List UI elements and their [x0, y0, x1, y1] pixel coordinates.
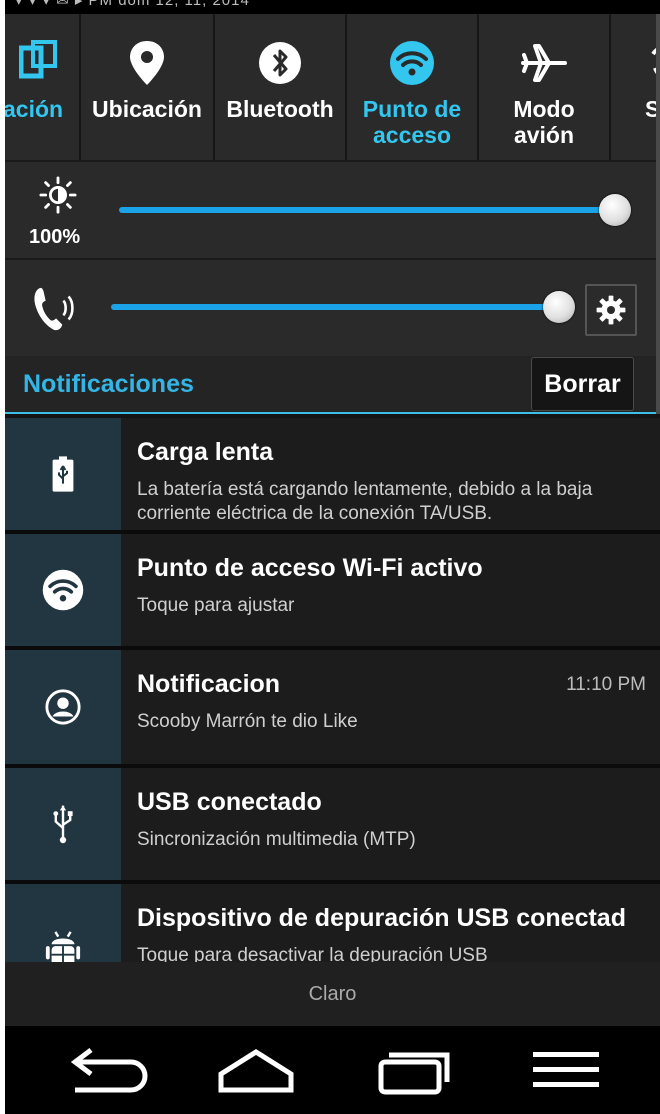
- notification-icon-column: [5, 884, 121, 962]
- tile-location[interactable]: Ubicación: [81, 14, 215, 160]
- tile-label-line2: acceso: [372, 122, 451, 148]
- usb-icon: [53, 805, 73, 844]
- notification-item[interactable]: Notificacion 11:10 PM Scooby Marrón te d…: [5, 650, 660, 768]
- notification-body: Toque para desactivar la depuración USB: [137, 945, 488, 962]
- home-button[interactable]: [211, 1044, 301, 1096]
- volume-slider-track[interactable]: [111, 304, 561, 310]
- back-button[interactable]: [61, 1044, 151, 1096]
- notifications-title: Notificaciones: [23, 370, 194, 398]
- notification-item[interactable]: USB conectado Sincronización multimedia …: [5, 768, 660, 884]
- tile-bluetooth[interactable]: Bluetooth: [215, 14, 347, 160]
- battery-charging-icon: [52, 456, 74, 492]
- notification-title: Dispositivo de depuración USB conectad: [137, 904, 626, 932]
- navigation-bar: [5, 1026, 660, 1114]
- tile-hotspot[interactable]: Punto de acceso: [347, 14, 479, 160]
- gear-icon: [596, 295, 626, 325]
- brightness-icon: [39, 176, 77, 214]
- menu-button[interactable]: [523, 1044, 613, 1096]
- notification-item[interactable]: Dispositivo de depuración USB conectad T…: [5, 884, 660, 962]
- tile-label: Modo avión: [479, 96, 609, 148]
- tile-label-line1: Modo: [513, 96, 575, 122]
- airplane-icon: [521, 44, 567, 82]
- volume-slider-knob[interactable]: [543, 291, 575, 323]
- notification-shade: ▾ ▾ ▾ ✉ ▸ PM dom 12, 11, 2014 ación Ubic…: [5, 0, 660, 1114]
- notification-body: Sincronización multimedia (MTP): [137, 829, 416, 850]
- notifications-header: Notificaciones Borrar: [5, 356, 660, 414]
- tile-auto-rotate[interactable]: ación: [5, 14, 81, 160]
- brightness-slider-track[interactable]: [119, 207, 619, 213]
- tile-label-line2: avión: [513, 122, 575, 148]
- notification-icon-column: [5, 418, 121, 530]
- brightness-percent: 100%: [29, 226, 81, 248]
- carrier-name: Claro: [308, 983, 357, 1005]
- notification-title: USB conectado: [137, 788, 322, 816]
- sound-settings-button[interactable]: [585, 284, 637, 336]
- notification-icon-column: [5, 768, 121, 880]
- brightness-slider-knob[interactable]: [599, 194, 631, 226]
- recent-apps-button[interactable]: [367, 1044, 457, 1096]
- tile-label: ación: [5, 96, 64, 122]
- bluetooth-icon: [259, 42, 301, 84]
- wifi-hotspot-icon: [42, 569, 84, 611]
- notification-item[interactable]: Punto de acceso Wi-Fi activo Toque para …: [5, 534, 660, 650]
- location-pin-icon: [130, 41, 164, 85]
- ringtone-volume-icon: [34, 287, 74, 331]
- brightness-row: 100%: [5, 160, 660, 258]
- tile-airplane-mode[interactable]: Modo avión: [479, 14, 611, 160]
- notification-title: Carga lenta: [137, 438, 274, 466]
- tile-sync[interactable]: Si: [611, 14, 660, 160]
- tile-label-line1: Punto de: [362, 96, 462, 122]
- carrier-bar: Claro: [5, 962, 660, 1026]
- notification-time: 11:10 PM: [566, 674, 646, 695]
- status-bar: ▾ ▾ ▾ ✉ ▸ PM dom 12, 11, 2014: [5, 0, 660, 14]
- volume-row: [5, 258, 660, 356]
- profile-icon: [45, 689, 81, 725]
- scrollbar[interactable]: [656, 14, 660, 414]
- auto-rotate-icon: [19, 40, 57, 79]
- clear-all-button[interactable]: Borrar: [531, 357, 634, 411]
- notification-icon-column: [5, 534, 121, 646]
- wifi-hotspot-icon: [390, 41, 434, 85]
- notification-body: Toque para ajustar: [137, 595, 295, 616]
- tile-label: Ubicación: [92, 96, 202, 122]
- notification-body: Scooby Marrón te dio Like: [137, 711, 358, 732]
- quick-settings-row: ación Ubicación Bluetooth Punto de acces…: [5, 14, 660, 160]
- android-debug-icon: [45, 931, 81, 962]
- notification-title: Notificacion: [137, 670, 281, 698]
- tile-label: Bluetooth: [226, 96, 334, 122]
- tile-label: Punto de acceso: [347, 96, 477, 148]
- notification-item[interactable]: Carga lenta La batería está cargando len…: [5, 418, 660, 534]
- notification-body: La batería está cargando lentamente, deb…: [137, 479, 593, 524]
- notification-title: Punto de acceso Wi-Fi activo: [137, 554, 483, 582]
- notification-icon-column: [5, 650, 121, 764]
- status-bar-text: ▾ ▾ ▾ ✉ ▸ PM dom 12, 11, 2014: [15, 0, 250, 9]
